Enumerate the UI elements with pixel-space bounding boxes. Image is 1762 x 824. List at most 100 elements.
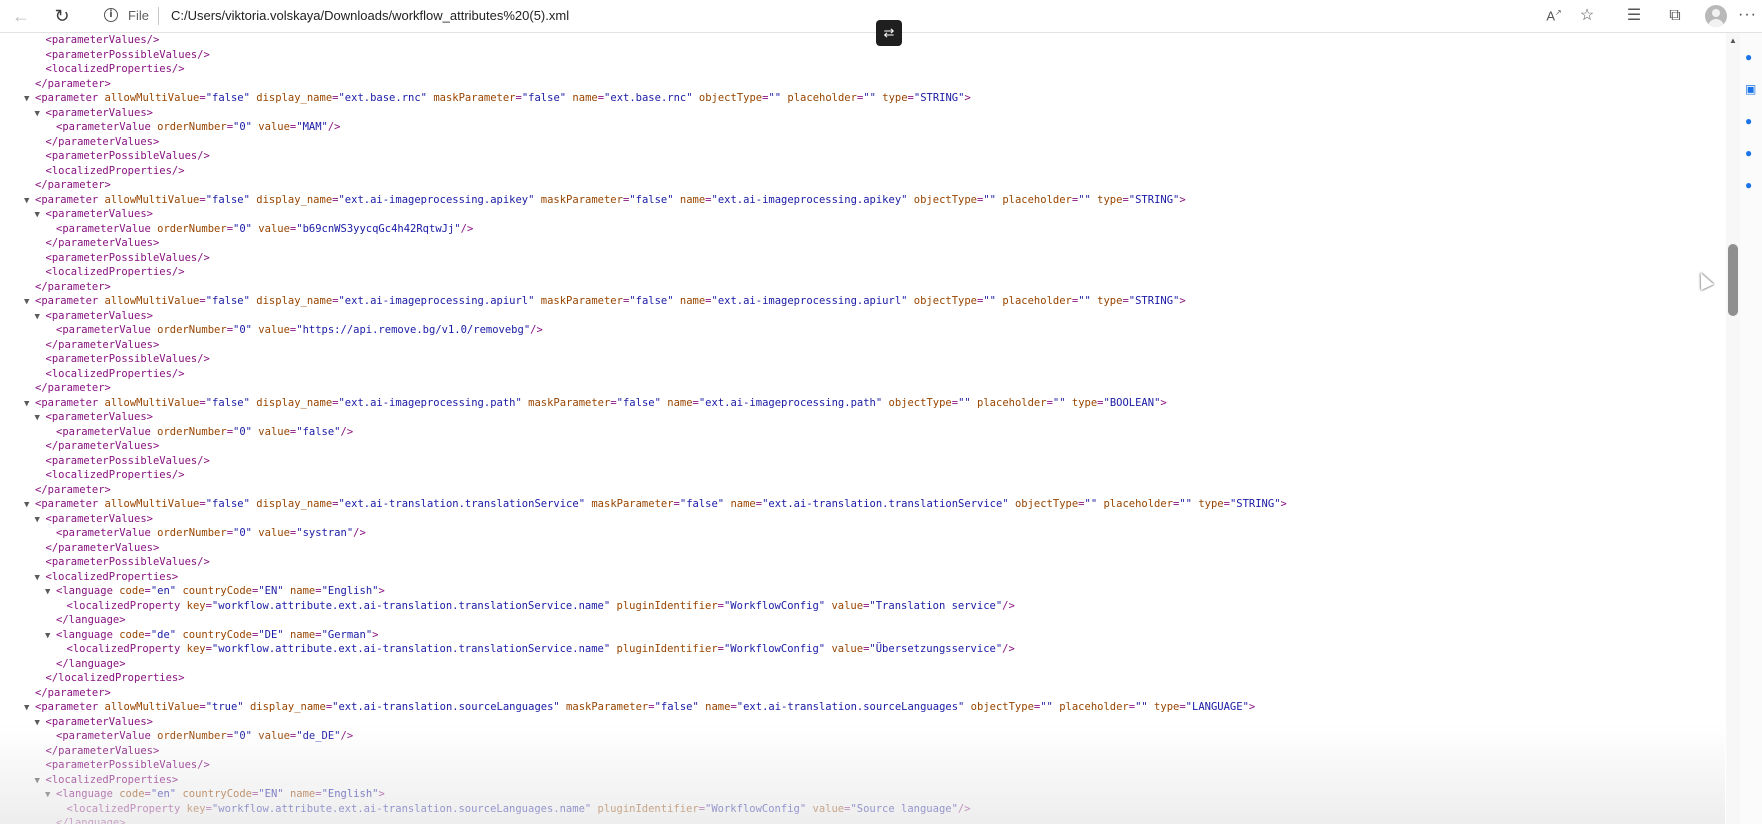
- outlook-sidebar-icon[interactable]: ●: [1745, 179, 1757, 191]
- xml-tag: </parameterValues>: [45, 135, 160, 148]
- xml-attr-value: "STRING": [1128, 295, 1180, 307]
- xml-tag: </parameterValues>: [45, 338, 160, 351]
- profile-avatar[interactable]: [1705, 5, 1727, 27]
- xml-tag: </parameterValues>: [45, 744, 160, 757]
- xml-attr-value: "false": [205, 396, 250, 409]
- xml-attr-value: "ext.ai-imageprocessing.path": [338, 396, 522, 409]
- xml-line: ▼ <parameterValues>: [35, 512, 153, 526]
- xml-attr-value: "LANGUAGE": [1185, 701, 1249, 713]
- collapse-toggle-icon[interactable]: ▼: [24, 498, 35, 512]
- xml-tag: </language>: [56, 657, 126, 670]
- refresh-button[interactable]: ↻: [48, 4, 76, 28]
- add-favorite-button[interactable]: ☆: [1573, 4, 1601, 28]
- scroll-up-icon[interactable]: ▲: [1729, 36, 1737, 45]
- xml-tag: <localizedProperties/>: [45, 63, 185, 75]
- collapse-toggle-icon[interactable]: ▼: [45, 629, 56, 643]
- collapse-toggle-icon[interactable]: ▼: [24, 397, 35, 411]
- collapse-toggle-icon[interactable]: ▼: [24, 295, 35, 309]
- xml-attr-value: "false": [629, 193, 674, 206]
- xml-attr-value: "workflow.attribute.ext.ai-translation.t…: [211, 643, 611, 655]
- shopping-sidebar-icon[interactable]: ▣: [1745, 83, 1757, 95]
- xml-attr-name: display_name: [243, 701, 326, 713]
- xml-attr-name: countryCode: [176, 585, 252, 597]
- search-sidebar-icon[interactable]: ●: [1745, 51, 1757, 63]
- xml-tag: <localizedProperties>: [45, 570, 179, 583]
- xml-attr-name: name: [283, 628, 316, 641]
- address-bar[interactable]: C:/Users/viktoria.volskaya/Downloads/wor…: [171, 8, 569, 23]
- xml-attr-value: "workflow.attribute.ext.ai-translation.s…: [211, 802, 592, 815]
- xml-attr-name: allowMultiValue: [98, 295, 200, 307]
- xml-attr-name: display_name: [249, 396, 333, 409]
- xml-tag: </parameter>: [35, 686, 111, 699]
- xml-line: <parameterValue orderNumber="0" value="s…: [45, 526, 366, 540]
- xml-tag: <parameter: [35, 498, 99, 510]
- vertical-scrollbar[interactable]: ▲: [1726, 33, 1740, 824]
- xml-attr-value: "en": [150, 585, 177, 597]
- xml-tag: <parameter: [35, 396, 99, 409]
- office-sidebar-icon[interactable]: ●: [1745, 147, 1757, 159]
- collapse-toggle-icon[interactable]: ▼: [45, 788, 56, 802]
- favorites-button[interactable]: ☰: [1620, 4, 1648, 28]
- xml-tag: </parameter>: [35, 280, 111, 293]
- xml-tag: />: [460, 222, 474, 235]
- xml-attr-name: allowMultiValue: [98, 498, 200, 510]
- xml-attr-name: maskParameter: [534, 295, 623, 307]
- collapse-toggle-icon[interactable]: ▼: [35, 310, 46, 324]
- collapse-toggle-icon[interactable]: ▼: [24, 701, 35, 715]
- xml-attr-name: name: [566, 92, 598, 104]
- collapse-toggle-icon[interactable]: ▼: [35, 411, 46, 425]
- back-button[interactable]: ←: [7, 4, 35, 28]
- xml-attr-name: value: [251, 527, 290, 539]
- xml-tag: <parameterValue: [56, 222, 151, 235]
- tools-sidebar-icon[interactable]: ●: [1745, 115, 1757, 127]
- xml-attr-name: objectType: [964, 701, 1034, 713]
- collapse-toggle-icon[interactable]: ▼: [35, 774, 46, 788]
- read-aloud-icon: A↗: [1546, 8, 1562, 24]
- xml-attr-name: name: [724, 498, 756, 510]
- xml-attr-name: value: [251, 121, 290, 133]
- xml-line: </language>: [45, 816, 126, 824]
- collapse-toggle-icon[interactable]: ▼: [35, 716, 46, 730]
- collapse-toggle-icon[interactable]: ▼: [24, 92, 35, 106]
- xml-tag: <parameterValue: [56, 527, 151, 539]
- collapse-toggle-icon[interactable]: ▼: [35, 513, 46, 527]
- xml-attr-name: pluginIdentifier: [591, 802, 699, 815]
- xml-attr-name: value: [251, 730, 290, 742]
- xml-attr-name: orderNumber: [150, 527, 227, 539]
- read-aloud-button[interactable]: A↗: [1540, 4, 1568, 28]
- xml-tag: />: [1002, 643, 1015, 655]
- xml-line: ▼ <parameter allowMultiValue="false" disp…: [24, 294, 1186, 308]
- collapse-toggle-icon[interactable]: ▼: [45, 585, 56, 599]
- xml-tag: <language: [56, 585, 113, 597]
- xml-attr-value: "": [863, 92, 876, 104]
- immersive-reader-icon[interactable]: ⇄: [876, 20, 902, 46]
- xml-attr-value: "ext.ai-imageprocessing.apiurl": [338, 295, 535, 307]
- xml-tag: >: [1179, 193, 1186, 206]
- xml-attr-value: "": [1052, 396, 1066, 409]
- xml-attr-name: objectType: [907, 295, 978, 307]
- xml-attr-name: display_name: [249, 498, 333, 510]
- xml-line: <parameterValue orderNumber="0" value="h…: [45, 323, 543, 337]
- xml-line: </language>: [45, 613, 126, 627]
- collapse-toggle-icon[interactable]: ▼: [35, 107, 46, 121]
- scrollbar-thumb[interactable]: [1728, 244, 1738, 316]
- xml-tag: >: [964, 92, 971, 104]
- collapse-toggle-icon[interactable]: ▼: [24, 194, 35, 208]
- xml-attr-name: type: [1065, 396, 1098, 409]
- xml-attr-value: "STRING": [1229, 498, 1281, 510]
- collapse-toggle-icon[interactable]: ▼: [35, 208, 46, 222]
- info-icon[interactable]: i: [104, 8, 118, 22]
- xml-line: </parameterValues>: [35, 541, 160, 555]
- xml-attr-value: "0": [233, 425, 252, 438]
- xml-line: ▼ <parameterValues>: [35, 309, 153, 323]
- xml-attr-name: orderNumber: [150, 730, 227, 742]
- more-icon[interactable]: ···: [1738, 6, 1757, 24]
- xml-attr-value: "": [983, 295, 996, 307]
- xml-line: <localizedProperties/>: [35, 265, 185, 279]
- xml-attr-value: "true": [205, 701, 244, 713]
- collapse-toggle-icon[interactable]: ▼: [35, 571, 46, 585]
- collections-button[interactable]: ⧉: [1661, 4, 1689, 28]
- xml-line: <parameterPossibleValues/>: [35, 454, 210, 468]
- xml-line: <parameterPossibleValues/>: [35, 251, 210, 265]
- xml-tag: <parameterPossibleValues/>: [45, 454, 210, 467]
